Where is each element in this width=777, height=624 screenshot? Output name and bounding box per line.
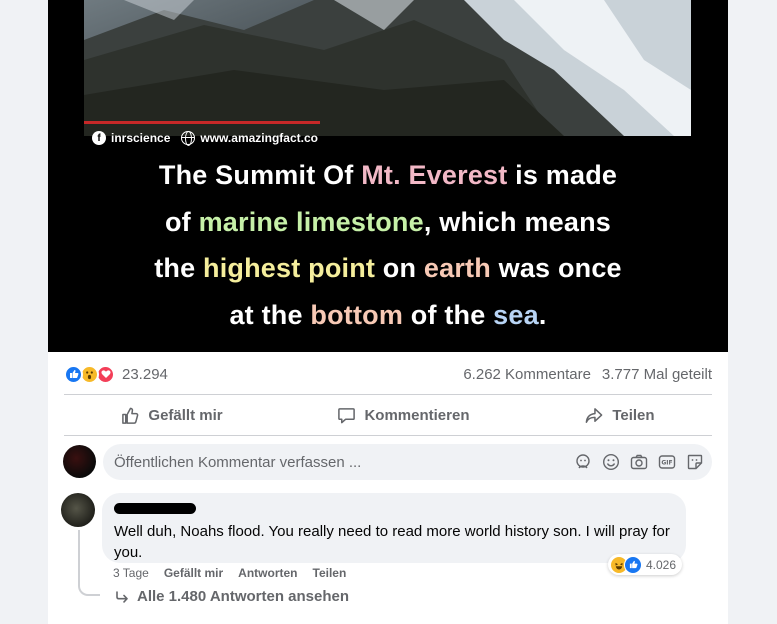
comment-text: Well duh, Noahs flood. You really need t… — [114, 523, 670, 561]
stats-divider — [64, 394, 712, 395]
caption-segment: highest point — [203, 253, 376, 283]
view-replies-link[interactable]: Alle 1.480 Antworten ansehen — [115, 588, 349, 605]
share-count-link[interactable]: 3.777 Mal geteilt — [602, 366, 712, 383]
post-image[interactable]: f inrscience www.amazingfact.co The Summ… — [48, 0, 728, 352]
reaction-stats-bar: 23.294 6.262 Kommentare 3.777 Mal geteil… — [64, 362, 712, 386]
comment-reaction-count: 4.026 — [646, 557, 677, 572]
share-arrow-icon — [585, 407, 603, 423]
comment-input[interactable]: Öffentlichen Kommentar verfassen ... GIF — [103, 444, 712, 480]
caption-segment: Mt. Everest — [361, 160, 508, 190]
comment-bubble-icon — [338, 407, 356, 423]
like-button-label: Gefällt mir — [148, 406, 223, 424]
caption-line: the highest point on earth was once — [48, 245, 728, 292]
caption-line: of marine limestone, which means — [48, 199, 728, 246]
reply-thread-line — [78, 530, 100, 596]
redacted-author-name — [114, 503, 196, 514]
caption-segment: is made — [507, 160, 618, 190]
caption-line: The Summit Of Mt. Everest is made — [48, 152, 728, 199]
like-button[interactable]: Gefällt mir — [121, 406, 223, 425]
camera-icon[interactable] — [630, 453, 648, 471]
comment-timestamp[interactable]: 3 Tage — [113, 566, 149, 580]
comment-reactions[interactable]: 4.026 — [608, 554, 683, 575]
comment-reply-link[interactable]: Antworten — [238, 566, 297, 580]
caption-segment: on — [375, 253, 424, 283]
reply-arrow-icon — [116, 590, 128, 603]
gif-icon[interactable]: GIF — [658, 453, 676, 471]
comment-count-link[interactable]: 6.262 Kommentare — [463, 366, 591, 383]
actions-divider — [64, 435, 712, 436]
reaction-count: 23.294 — [122, 365, 168, 383]
share-button[interactable]: Teilen — [584, 406, 655, 425]
caption-segment: . — [538, 299, 547, 330]
caption-segment: at the — [229, 299, 311, 330]
caption-segment: of the — [403, 299, 494, 330]
image-accent-bar — [84, 121, 320, 124]
caption-segment: the — [154, 253, 204, 283]
avatar-sticker-icon[interactable] — [574, 453, 592, 471]
watermark-handle: inrscience — [111, 131, 171, 145]
image-caption: The Summit Of Mt. Everest is made of mari… — [48, 152, 728, 338]
facebook-icon: f — [92, 131, 106, 145]
share-button-label: Teilen — [612, 406, 655, 424]
caption-segment: sea — [493, 299, 539, 330]
like-icon — [64, 364, 83, 384]
like-icon — [624, 555, 642, 574]
caption-segment: was once — [490, 253, 622, 283]
caption-segment: , which means — [423, 206, 612, 237]
svg-text:GIF: GIF — [661, 460, 672, 467]
caption-segment: bottom — [310, 299, 404, 330]
caption-segment: of — [164, 206, 199, 237]
mountain-illustration — [84, 0, 691, 136]
caption-segment: The Summit Of — [158, 160, 362, 190]
composer-tools: GIF — [574, 453, 704, 471]
caption-line: at the bottom of the sea. — [48, 292, 728, 339]
view-replies-label: Alle 1.480 Antworten ansehen — [137, 588, 350, 605]
comment-input-placeholder: Öffentlichen Kommentar verfassen ... — [114, 453, 362, 471]
caption-segment: earth — [423, 253, 491, 283]
watermark: f inrscience www.amazingfact.co — [92, 129, 318, 147]
sticker-icon[interactable] — [686, 453, 704, 471]
commenter-avatar[interactable] — [61, 493, 95, 527]
thumbs-up-icon — [122, 407, 139, 424]
comment-button-label: Kommentieren — [364, 406, 470, 424]
emoji-icon[interactable] — [602, 453, 620, 471]
comment-bubble: Well duh, Noahs flood. You really need t… — [102, 493, 686, 563]
post-card: f inrscience www.amazingfact.co The Summ… — [48, 0, 728, 624]
comment-meta: 3 Tage Gefällt mir Antworten Teilen — [113, 566, 346, 580]
comment-like-link[interactable]: Gefällt mir — [164, 566, 223, 580]
watermark-site: www.amazingfact.co — [200, 131, 318, 145]
post-actions: Gefällt mir Kommentieren Teilen — [64, 398, 712, 432]
globe-icon — [181, 131, 196, 146]
caption-segment: marine limestone — [198, 206, 424, 237]
comment-share-link[interactable]: Teilen — [313, 566, 347, 580]
mountain-photo — [84, 0, 691, 136]
comment-button[interactable]: Kommentieren — [337, 406, 469, 425]
current-user-avatar[interactable] — [63, 445, 96, 478]
reaction-summary[interactable]: 23.294 — [64, 364, 168, 384]
